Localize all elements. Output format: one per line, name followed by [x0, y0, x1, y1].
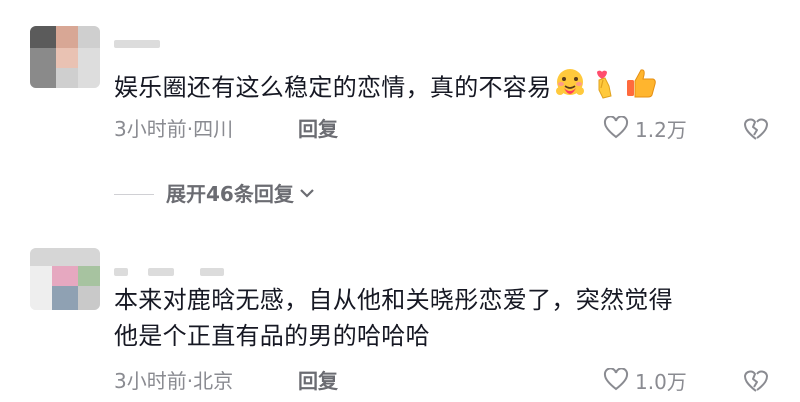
comment-text: 娱乐圈还有这么稳定的恋情，真的不容易 — [114, 66, 659, 111]
heart-icon — [603, 367, 629, 396]
expand-replies-button[interactable]: 展开46条回复 — [114, 181, 316, 207]
thumbs-up-emoji — [623, 66, 659, 111]
chevron-down-icon — [298, 185, 316, 204]
like-count: 1.2万 — [635, 118, 687, 142]
broken-heart-icon — [742, 118, 770, 146]
username-redacted[interactable] — [200, 268, 224, 276]
username-redacted[interactable] — [114, 268, 128, 276]
like-button[interactable]: 1.2万 — [603, 115, 687, 144]
comment-time-location: 3小时前·四川 — [114, 117, 234, 141]
like-button[interactable]: 1.0万 — [603, 367, 687, 396]
avatar[interactable] — [30, 248, 100, 310]
avatar[interactable] — [30, 26, 100, 88]
dislike-button[interactable] — [742, 368, 770, 398]
username-redacted[interactable] — [148, 268, 174, 276]
crossed-fingers-heart-emoji — [589, 66, 621, 111]
dislike-button[interactable] — [742, 116, 770, 146]
divider-line — [114, 193, 154, 195]
reply-button[interactable]: 回复 — [298, 116, 338, 142]
comment-text-line2: 他是个正直有品的男的哈哈哈 — [114, 322, 430, 350]
like-count: 1.0万 — [635, 370, 687, 394]
comment-text-line1: 本来对鹿晗无感，自从他和关晓彤恋爱了，突然觉得 — [114, 286, 673, 314]
hugging-face-emoji — [553, 66, 587, 111]
expand-replies-label: 展开46条回复 — [166, 182, 294, 206]
comment-time-location: 3小时前·北京 — [114, 369, 234, 393]
reply-button[interactable]: 回复 — [298, 368, 338, 394]
username-redacted[interactable] — [114, 40, 160, 48]
heart-icon — [603, 115, 629, 144]
broken-heart-icon — [742, 370, 770, 398]
